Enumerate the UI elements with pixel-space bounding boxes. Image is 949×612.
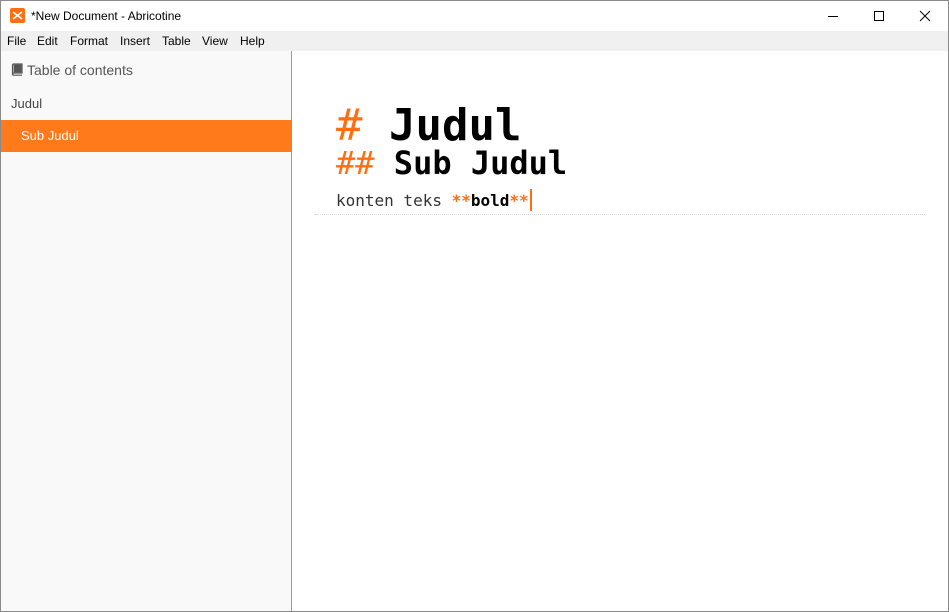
toc-item-label: Sub Judul bbox=[21, 128, 79, 143]
book-icon bbox=[11, 63, 23, 79]
minimize-button[interactable] bbox=[810, 1, 856, 31]
menu-help[interactable]: Help bbox=[240, 34, 265, 48]
maximize-button[interactable] bbox=[856, 1, 902, 31]
markdown-editor[interactable]: # Judul ## Sub Judul konten teks **bold*… bbox=[292, 51, 948, 611]
bold-open-marker: ** bbox=[451, 191, 471, 210]
paragraph-text: konten teks bbox=[336, 191, 452, 210]
menu-file[interactable]: File bbox=[7, 34, 26, 48]
toc-header-label: Table of contents bbox=[27, 62, 133, 78]
menu-table[interactable]: Table bbox=[162, 34, 191, 48]
toc-header: Table of contents bbox=[11, 62, 133, 79]
app-window: *New Document - Abricotine File Edit For… bbox=[0, 0, 949, 612]
menu-bar: File Edit Format Insert Table View Help bbox=[1, 31, 948, 51]
toc-item-sub-judul[interactable]: Sub Judul bbox=[1, 120, 291, 152]
menu-format[interactable]: Format bbox=[70, 34, 108, 48]
bold-close-marker: ** bbox=[509, 191, 529, 210]
minimize-icon bbox=[828, 16, 838, 17]
toc-sidebar: Table of contents Judul Sub Judul bbox=[1, 51, 292, 611]
h2-marker: ## bbox=[336, 144, 375, 182]
menu-view[interactable]: View bbox=[202, 34, 228, 48]
toc-item-judul[interactable]: Judul bbox=[11, 96, 42, 111]
menu-insert[interactable]: Insert bbox=[120, 34, 150, 48]
active-line-underline bbox=[315, 214, 925, 215]
abricotine-app-icon[interactable] bbox=[10, 8, 25, 23]
title-bar[interactable]: *New Document - Abricotine bbox=[1, 1, 948, 31]
menu-edit[interactable]: Edit bbox=[37, 34, 58, 48]
bold-text: bold bbox=[470, 191, 510, 210]
maximize-icon bbox=[874, 11, 884, 21]
h2-text: Sub Judul bbox=[393, 144, 568, 182]
heading-2-line[interactable]: ## Sub Judul bbox=[336, 143, 567, 183]
paragraph-line[interactable]: konten teks **bold** bbox=[336, 189, 532, 211]
text-cursor bbox=[529, 189, 532, 211]
close-button[interactable] bbox=[902, 1, 948, 31]
close-icon bbox=[919, 10, 931, 22]
window-title: *New Document - Abricotine bbox=[31, 9, 182, 23]
